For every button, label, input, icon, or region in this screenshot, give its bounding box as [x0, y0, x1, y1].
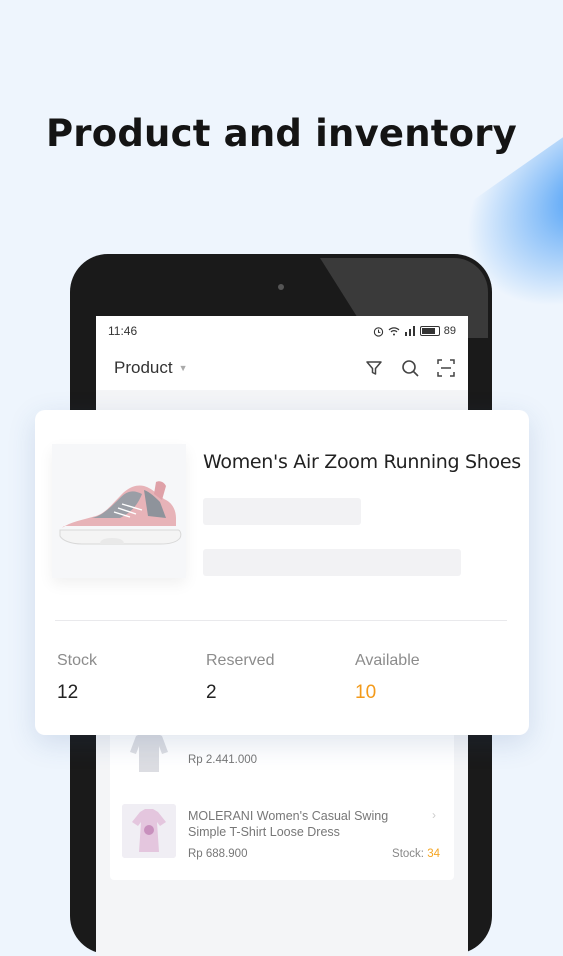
signal-icon	[404, 326, 415, 336]
product-image	[52, 444, 186, 578]
product-stock: Stock: 34	[392, 848, 440, 860]
search-icon[interactable]	[400, 358, 420, 378]
product-dropdown[interactable]: Product ▼	[114, 358, 188, 378]
app-bar: Product ▼	[96, 346, 468, 390]
skeleton-line	[203, 549, 461, 576]
product-name: MOLERANI Women's Casual Swing Simple T-S…	[188, 809, 389, 839]
page-headline: Product and inventory	[45, 112, 518, 155]
app-bar-title: Product	[114, 358, 173, 377]
available-label: Available	[355, 652, 420, 669]
filter-icon[interactable]	[364, 358, 384, 378]
skeleton-line	[203, 498, 361, 525]
status-icons: 89	[373, 325, 456, 337]
sneaker-image	[59, 481, 182, 545]
camera-dot	[278, 284, 284, 290]
chevron-down-icon: ▼	[178, 363, 188, 373]
product-price: Rp 2.441.000	[188, 754, 258, 766]
wifi-icon	[388, 327, 400, 336]
stock-stat: Stock 12	[57, 652, 97, 704]
reserved-label: Reserved	[206, 652, 275, 669]
stock-value: 12	[57, 682, 79, 703]
status-time: 11:46	[108, 324, 138, 338]
status-bar: 11:46 89	[96, 316, 468, 346]
product-title: Women's Air Zoom Running Shoes	[203, 451, 521, 473]
reserved-value: 2	[206, 682, 217, 703]
alarm-icon	[373, 326, 383, 337]
available-stat: Available 10	[355, 652, 420, 704]
dress-thumbnail	[122, 804, 176, 858]
battery-level: 89	[443, 325, 456, 337]
stock-value: 34	[427, 848, 440, 860]
scan-icon[interactable]	[436, 358, 456, 378]
divider	[55, 620, 507, 621]
reserved-stat: Reserved 2	[206, 652, 274, 704]
app-bar-actions	[364, 358, 456, 378]
stock-label: Stock	[57, 652, 98, 669]
available-value: 10	[355, 682, 377, 703]
battery-icon	[419, 326, 440, 336]
stock-label: Stock:	[392, 848, 424, 860]
product-detail-card[interactable]: Women's Air Zoom Running Shoes Stock 12 …	[35, 410, 529, 735]
list-item[interactable]: MOLERANI Women's Casual Swing Simple T-S…	[110, 790, 454, 880]
chevron-right-icon: ›	[432, 808, 436, 822]
product-price: Rp 688.900	[188, 848, 248, 860]
